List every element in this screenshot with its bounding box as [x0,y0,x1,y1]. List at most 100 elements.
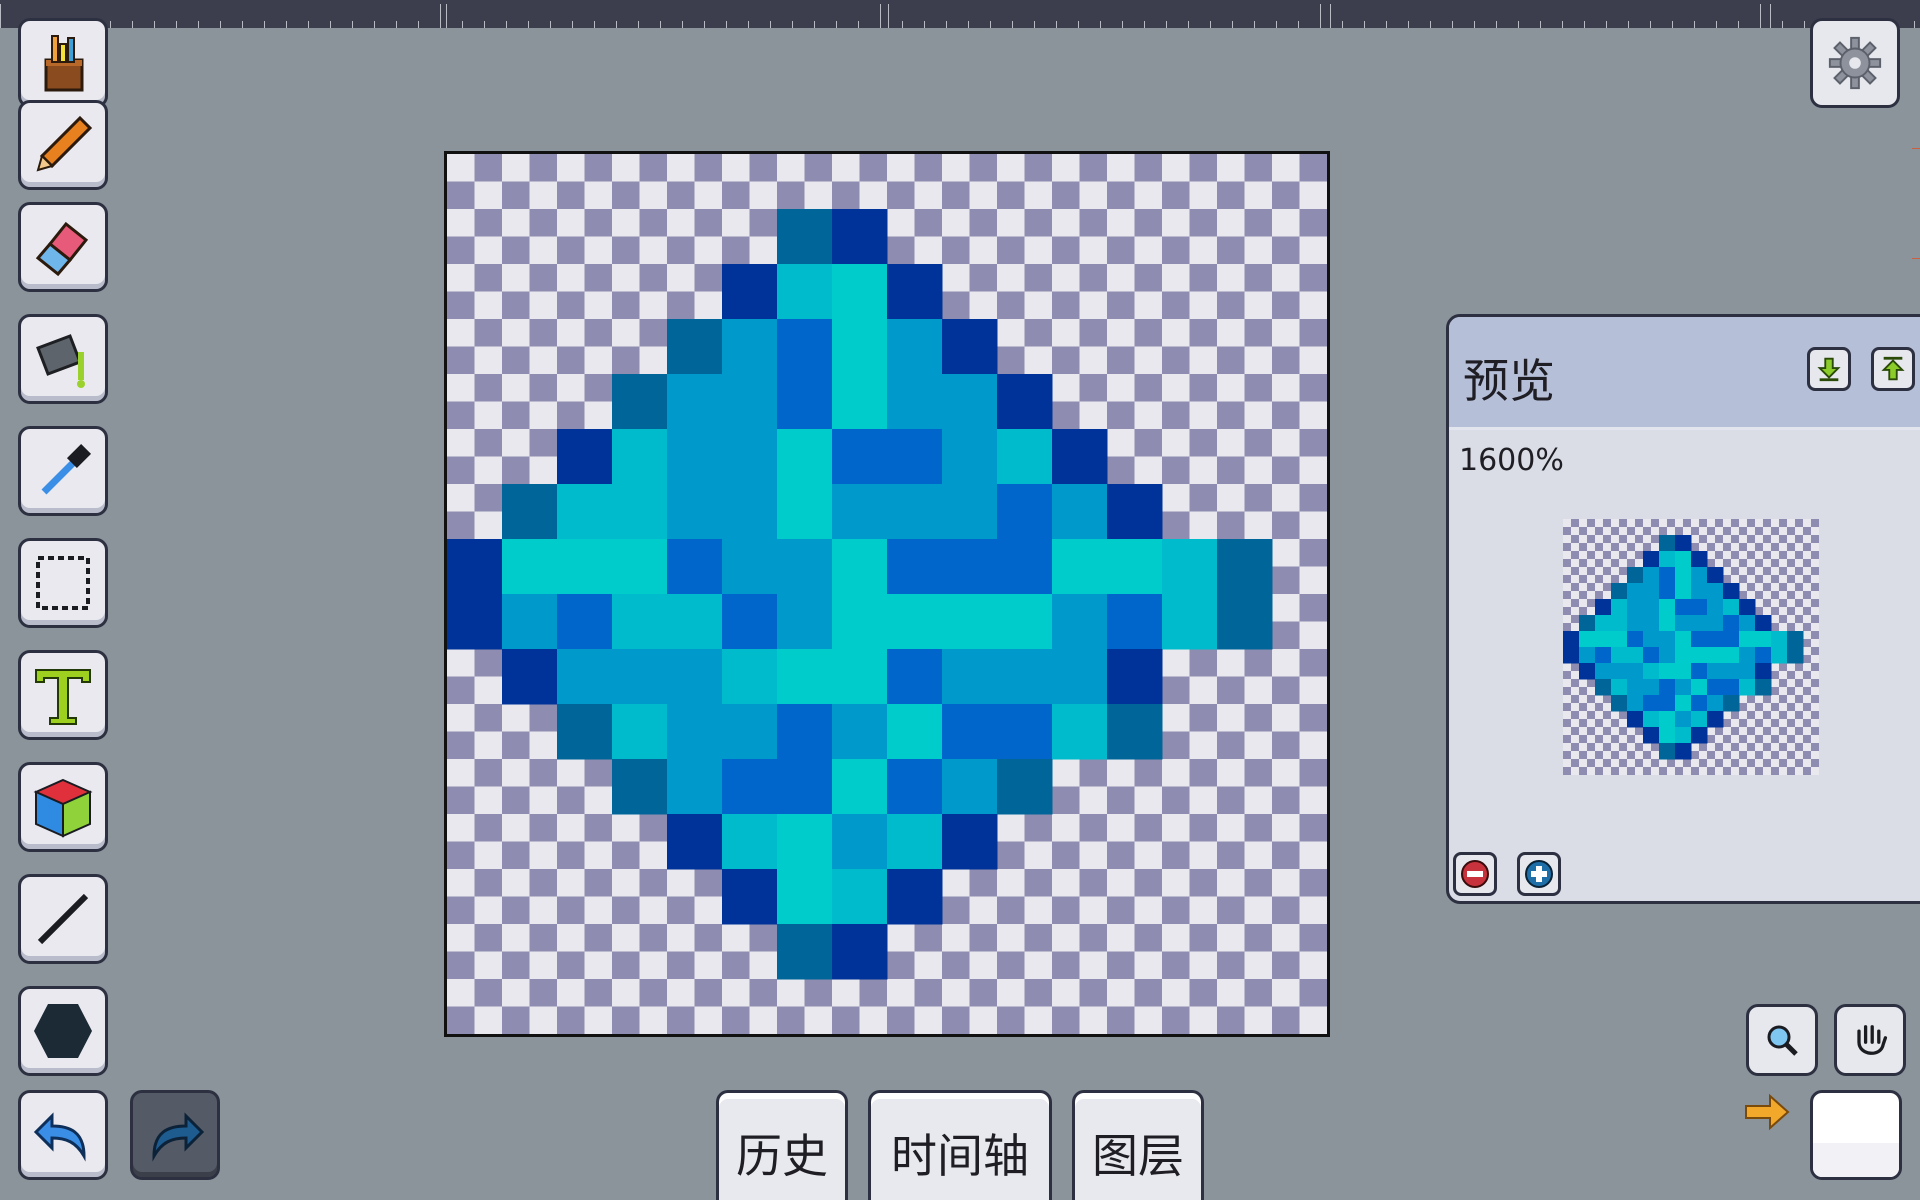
pixel [1659,743,1676,760]
pixel [942,704,998,760]
pixel [612,429,668,485]
ruler-v-tick [1912,148,1920,149]
preview-header[interactable]: 预览 [1449,317,1920,430]
pixel [1675,615,1692,632]
pixel [1611,647,1628,664]
pixel [1755,647,1772,664]
pixel [1659,551,1676,568]
shape-tool-button[interactable] [18,986,108,1076]
line-icon [37,893,89,945]
ruler-tick [1628,21,1629,28]
ruler-major-tick [888,4,889,28]
drawing-canvas[interactable] [444,151,1330,1037]
ruler-tick [968,21,969,28]
pixel [1627,599,1644,616]
fill-bucket-tool-button[interactable] [18,314,108,404]
pixel [667,594,723,650]
pixel [777,484,833,540]
pixel [942,484,998,540]
ruler-tick [396,21,397,28]
ruler-tick [374,21,375,28]
ruler-tick [1056,21,1057,28]
pixel [1739,679,1756,696]
ruler-tick [1320,4,1321,28]
ruler-tick [1540,21,1541,28]
pixel [1643,663,1660,680]
pixel [667,704,723,760]
tab-timeline[interactable]: 时间轴 [868,1090,1052,1200]
pixel [612,649,668,705]
pixel [447,594,503,650]
ruler-tick [550,21,551,28]
pixel [612,484,668,540]
undo-button[interactable] [18,1090,108,1180]
dock-up-button[interactable] [1871,347,1915,391]
ruler-tick [154,21,155,28]
settings-button[interactable] [1810,18,1900,108]
pixel [1723,583,1740,600]
tab-history[interactable]: 历史 [716,1090,848,1200]
ruler-tick [1672,21,1673,28]
pixel [832,209,888,265]
ruler-tick [792,21,793,28]
eyedropper-tool-button[interactable] [18,426,108,516]
gear-icon [1828,36,1882,90]
pixel [1659,663,1676,680]
pixel [1643,551,1660,568]
brush-set-tool-button[interactable] [18,18,108,108]
pixel [832,429,888,485]
pixel [1691,711,1708,728]
magnifier-icon [1767,1025,1798,1056]
pixel [1659,615,1676,632]
zoom-level: 1600% [1459,443,1564,478]
ruler-tick [1738,21,1739,28]
pixel [1707,679,1724,696]
pixel [1643,647,1660,664]
pixel [942,759,998,815]
eyedropper-icon [41,443,92,495]
pan-tool-button[interactable] [1834,1004,1906,1076]
zoom-out-button[interactable] [1453,852,1497,896]
zoom-tool-button[interactable] [1746,1004,1818,1076]
swap-colors-button[interactable] [1742,1092,1792,1136]
ruler-tick [1760,4,1761,28]
minus-icon [1461,860,1489,888]
select-tool-button[interactable] [18,538,108,628]
pixel [1659,711,1676,728]
dock-down-button[interactable] [1807,347,1851,391]
pixel [1675,695,1692,712]
primary-color-swatch[interactable] [1810,1090,1902,1180]
line-tool-button[interactable] [18,874,108,964]
pencil-tool-button[interactable] [18,100,108,190]
pixel [1563,631,1580,648]
pixel [1643,711,1660,728]
redo-button[interactable] [130,1090,220,1180]
pixel [1707,599,1724,616]
pixel [777,704,833,760]
preview-panel: 预览 1600% [1446,314,1920,904]
pixel [1659,679,1676,696]
eraser-icon [35,221,89,277]
cube-tool-button[interactable] [18,762,108,852]
arrow-down-icon [1817,357,1841,382]
pixel [1107,539,1163,595]
pixel [1659,583,1676,600]
pixel [1052,484,1108,540]
pixel [557,649,613,705]
zoom-in-button[interactable] [1517,852,1561,896]
pixel [1707,567,1724,584]
tab-layers[interactable]: 图层 [1072,1090,1204,1200]
ruler-tick [528,21,529,28]
pixel [1579,615,1596,632]
pixel [832,264,888,320]
eraser-tool-button[interactable] [18,202,108,292]
pixel [447,539,503,595]
ruler-tick [506,21,507,28]
pixel-art-layer [447,209,1273,980]
ruler-tick [1210,21,1211,28]
pixel [1627,711,1644,728]
text-tool-button[interactable] [18,650,108,740]
pixel [887,539,943,595]
pixel [942,429,998,485]
pixel [1052,539,1108,595]
